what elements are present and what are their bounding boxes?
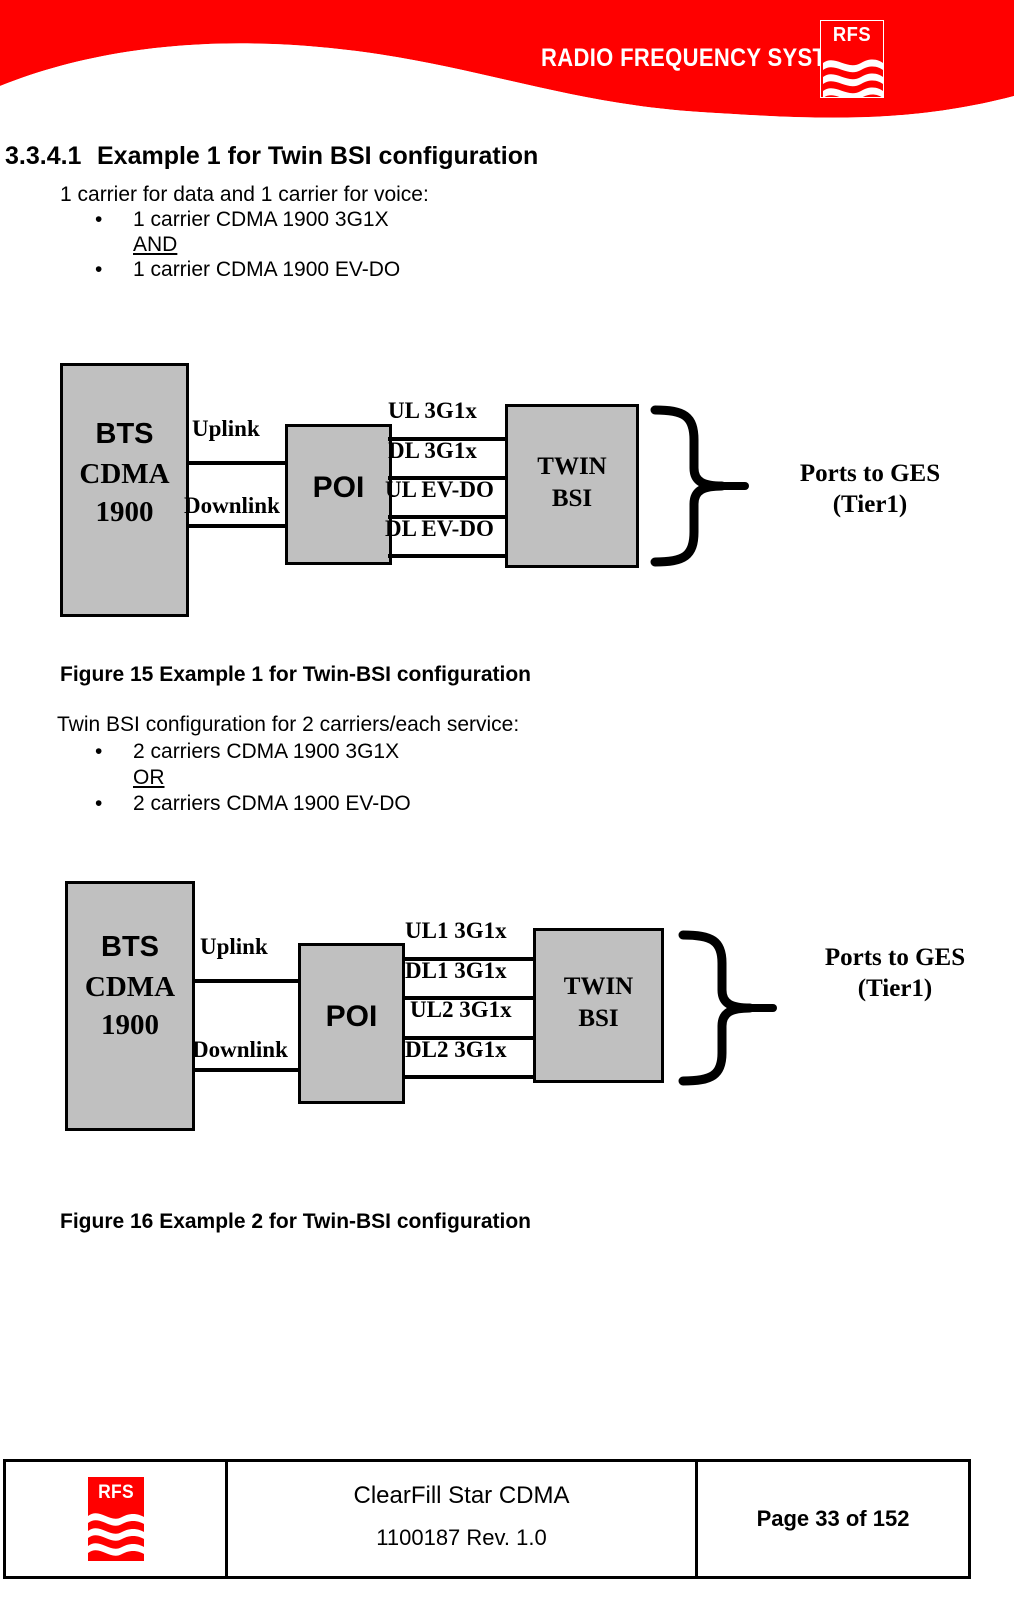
fig15-twin-bsi-box: TWIN BSI [505, 404, 639, 568]
page-footer: RFS ClearFill Star CDMA 1100187 Rev. 1.0… [3, 1459, 971, 1579]
fig15-link-label-3: UL EV-DO [385, 477, 494, 502]
fig15-bts-line2: CDMA [79, 458, 170, 490]
fig15-ports-label: Ports to GES (Tier1) [760, 458, 980, 521]
block1-intro: 1 carrier for data and 1 carrier for voi… [60, 183, 429, 206]
block2-connector: OR [133, 766, 165, 789]
fig15-twin-line1: TWIN [537, 453, 607, 480]
footer-logo-cell: RFS [6, 1462, 228, 1576]
fig16-ports-line1: Ports to GES [824, 944, 966, 971]
fig16-uplink-line [195, 979, 303, 983]
block1-bullet-1-text: 1 carrier CDMA 1900 3G1X [133, 208, 389, 231]
rfs-footer-logo-text: RFS [97, 1482, 134, 1503]
fig15-link-line-4 [388, 554, 508, 558]
rfs-logo-icon: RFS [820, 20, 884, 98]
fig15-poi-label: POI [312, 471, 365, 504]
fig15-brace-icon [650, 405, 749, 567]
fig15-downlink-line [188, 524, 288, 528]
fig15-ports-line2: (Tier1) [832, 491, 908, 519]
fig15-bts-line1: BTS [95, 418, 154, 450]
fig15-ports-line1: Ports to GES [799, 460, 941, 487]
bullet-glyph-icon: • [95, 208, 103, 231]
fig15-uplink-line [188, 461, 288, 465]
fig16-poi-box: POI [298, 943, 405, 1104]
block2-bullet-1-text: 2 carriers CDMA 1900 3G1X [133, 740, 400, 763]
fig15-downlink-label: Downlink [184, 493, 280, 518]
fig16-bts-line2: CDMA [84, 971, 176, 1003]
block2-intro: Twin BSI configuration for 2 carriers/ea… [57, 713, 520, 736]
fig16-link-label-1: UL1 3G1x [405, 918, 507, 943]
fig16-link-label-2: DL1 3G1x [405, 958, 507, 983]
fig15-link-label-2: DL 3G1x [388, 438, 477, 463]
header-wordmark: RADIO FREQUENCY SYSTEMS [541, 44, 876, 72]
fig16-uplink-label: Uplink [200, 934, 268, 959]
fig16-link-line-4 [402, 1075, 537, 1079]
fig16-twin-bsi-box: TWIN BSI [533, 928, 664, 1083]
footer-doc-number: 1100187 Rev. 1.0 [376, 1525, 547, 1550]
page-header-banner: RADIO FREQUENCY SYSTEMS RFS [0, 0, 1014, 126]
footer-page-number: Page 33 of 152 [756, 1506, 910, 1531]
bullet-glyph-icon: • [95, 258, 103, 281]
fig16-twin-line2: BSI [578, 1005, 619, 1032]
fig16-twin-line1: TWIN [563, 973, 634, 1000]
fig16-downlink-label: Downlink [192, 1037, 288, 1062]
fig15-poi-box: POI [285, 424, 392, 565]
fig16-brace-icon [678, 930, 777, 1086]
footer-title-cell: ClearFill Star CDMA 1100187 Rev. 1.0 [228, 1462, 698, 1576]
rfs-footer-wave-icon [87, 1513, 144, 1556]
section-number: 3.3.4.1 [5, 142, 82, 170]
footer-doc-title: ClearFill Star CDMA [353, 1482, 570, 1509]
fig16-bts-line3: 1900 [101, 1009, 159, 1041]
block1-connector: AND [133, 233, 178, 256]
footer-page-cell: Page 33 of 152 [698, 1462, 968, 1576]
fig16-link-label-4: DL2 3G1x [405, 1037, 507, 1062]
fig15-bts-box: BTS CDMA 1900 [60, 363, 189, 617]
fig16-ports-line2: (Tier1) [857, 975, 933, 1003]
rfs-footer-logo-icon: RFS [87, 1477, 144, 1561]
section-heading: 3.3.4.1 Example 1 for Twin BSI configurat… [5, 142, 538, 171]
fig15-twin-line2: BSI [551, 485, 593, 512]
figure-16-caption: Figure 16 Example 2 for Twin-BSI configu… [60, 1210, 532, 1233]
rfs-wave-icon [823, 59, 883, 97]
fig15-link-label-4: DL EV-DO [385, 516, 494, 541]
fig15-link-label-1: UL 3G1x [388, 398, 477, 423]
fig15-bts-line3: 1900 [95, 496, 154, 528]
bullet-glyph-icon: • [95, 792, 103, 815]
fig16-bts-line1: BTS [101, 931, 159, 963]
fig16-ports-label: Ports to GES (Tier1) [785, 942, 1005, 1005]
figure-15-caption: Figure 15 Example 1 for Twin-BSI configu… [60, 663, 532, 686]
fig16-bts-box: BTS CDMA 1900 [65, 881, 195, 1131]
fig15-uplink-label: Uplink [192, 416, 260, 441]
bullet-glyph-icon: • [95, 740, 103, 763]
rfs-logo-text: RFS [832, 24, 872, 46]
section-title: Example 1 for Twin BSI configuration [97, 142, 539, 170]
fig16-poi-label: POI [325, 1000, 378, 1033]
fig16-link-label-3: UL2 3G1x [410, 997, 512, 1022]
fig16-downlink-line [195, 1068, 303, 1072]
block2-bullet-2-text: 2 carriers CDMA 1900 EV-DO [133, 792, 411, 815]
block1-bullet-2-text: 1 carrier CDMA 1900 EV-DO [133, 258, 401, 281]
